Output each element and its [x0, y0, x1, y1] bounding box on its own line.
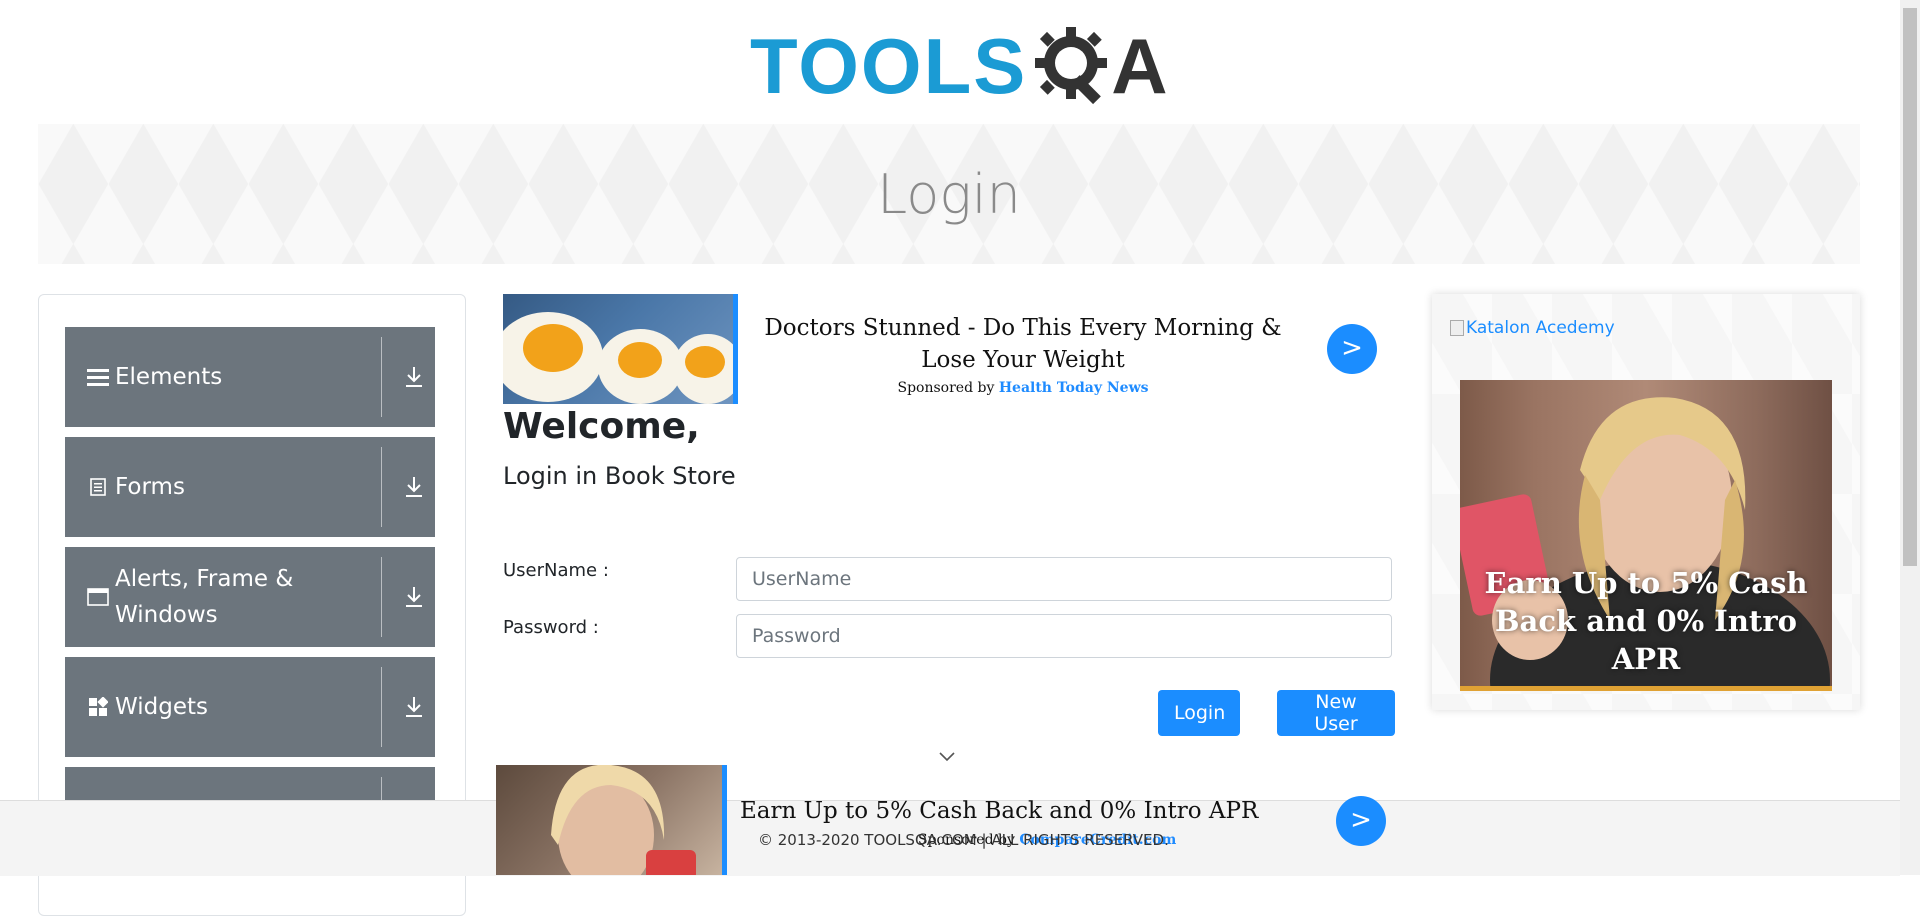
scrollbar-thumb[interactable] — [1903, 8, 1917, 566]
page-banner: Login — [38, 124, 1860, 264]
divider — [381, 447, 382, 527]
username-label: UserName : — [503, 560, 609, 581]
download-arrow-icon[interactable] — [403, 695, 425, 719]
yolk-shape — [523, 324, 583, 372]
woman-photo-illustration — [551, 765, 696, 875]
sidebar-item-widgets[interactable]: Widgets — [65, 657, 435, 757]
download-arrow-icon[interactable] — [403, 585, 425, 609]
sponsored-by-label: Sponsored by — [897, 380, 995, 396]
welcome-heading: Welcome, — [503, 406, 700, 447]
katalon-academy-image[interactable]: Katalon Acedemy — [1450, 318, 1615, 338]
password-label: Password : — [503, 617, 599, 638]
logo-text: TOOLS — [750, 21, 1028, 110]
sidebar-item-label: Widgets — [115, 694, 208, 720]
ad-photo[interactable]: Earn Up to 5% Cash Back and 0% Intro APR — [1460, 380, 1832, 691]
hamburger-icon — [85, 364, 111, 390]
yolk-shape — [685, 346, 725, 378]
download-arrow-icon[interactable] — [403, 475, 425, 499]
footer-copyright: © 2013-2020 TOOLSQA.COM | ALL RIGHTS RES… — [758, 831, 1169, 849]
logo-gear-icon — [1031, 21, 1117, 111]
toolsqa-logo[interactable]: TOOLS A — [750, 18, 1168, 113]
bottom-ad-go-button[interactable]: > — [1336, 796, 1386, 846]
ad-text[interactable]: Doctors Stunned - Do This Every Morning … — [763, 312, 1283, 396]
login-button[interactable]: Login — [1158, 690, 1240, 736]
divider — [381, 557, 382, 637]
chevron-down-icon[interactable] — [938, 748, 956, 762]
window-icon — [85, 584, 111, 610]
ad-sponsor-name[interactable]: Health Today News — [999, 380, 1149, 396]
sidebar-item-label: Alerts, Frame & Windows — [115, 566, 294, 628]
sponsored-ad-top[interactable]: Doctors Stunned - Do This Every Morning … — [503, 294, 1377, 404]
sidebar-item-label: Elements — [115, 364, 223, 390]
username-input[interactable] — [736, 557, 1392, 601]
ad-sponsor-line: Sponsored by Health Today News — [763, 380, 1283, 396]
download-arrow-icon[interactable] — [403, 365, 425, 389]
ad-headline[interactable]: Doctors Stunned - Do This Every Morning … — [763, 312, 1283, 376]
widgets-icon — [85, 694, 111, 720]
sidebar-item-alerts-frame-windows[interactable]: Alerts, Frame & Windows — [65, 547, 435, 647]
document-icon — [85, 474, 111, 500]
ad-go-button[interactable]: > — [1327, 324, 1377, 374]
page-title: Login — [877, 162, 1021, 226]
ad-caption-line: Earn Up to 5% Cash — [1484, 566, 1808, 600]
new-user-button[interactable]: New User — [1277, 690, 1395, 736]
login-subtitle: Login in Book Store — [503, 462, 736, 490]
divider — [381, 667, 382, 747]
katalon-academy-alt-text[interactable]: Katalon Acedemy — [1466, 318, 1615, 338]
yolk-shape — [618, 342, 662, 378]
password-input[interactable] — [736, 614, 1392, 658]
ad-image[interactable] — [503, 294, 738, 404]
divider — [381, 337, 382, 417]
sponsored-ad-right[interactable]: Katalon Acedemy Earn Up to 5% Cash Back … — [1432, 294, 1860, 710]
ad-caption-line: Back and 0% Intro APR — [1495, 604, 1797, 676]
sidebar-item-label: Forms — [115, 474, 185, 500]
sidebar-item-forms[interactable]: Forms — [65, 437, 435, 537]
logo-text-end: A — [1111, 21, 1168, 110]
broken-image-icon — [1450, 320, 1464, 336]
sidebar-item-elements[interactable]: Elements — [65, 327, 435, 427]
page-scrollbar[interactable] — [1900, 0, 1920, 875]
bottom-ad-image[interactable] — [496, 765, 727, 875]
ad-caption[interactable]: Earn Up to 5% Cash Back and 0% Intro APR — [1460, 564, 1832, 678]
bottom-ad-headline[interactable]: Earn Up to 5% Cash Back and 0% Intro APR — [740, 798, 1258, 824]
